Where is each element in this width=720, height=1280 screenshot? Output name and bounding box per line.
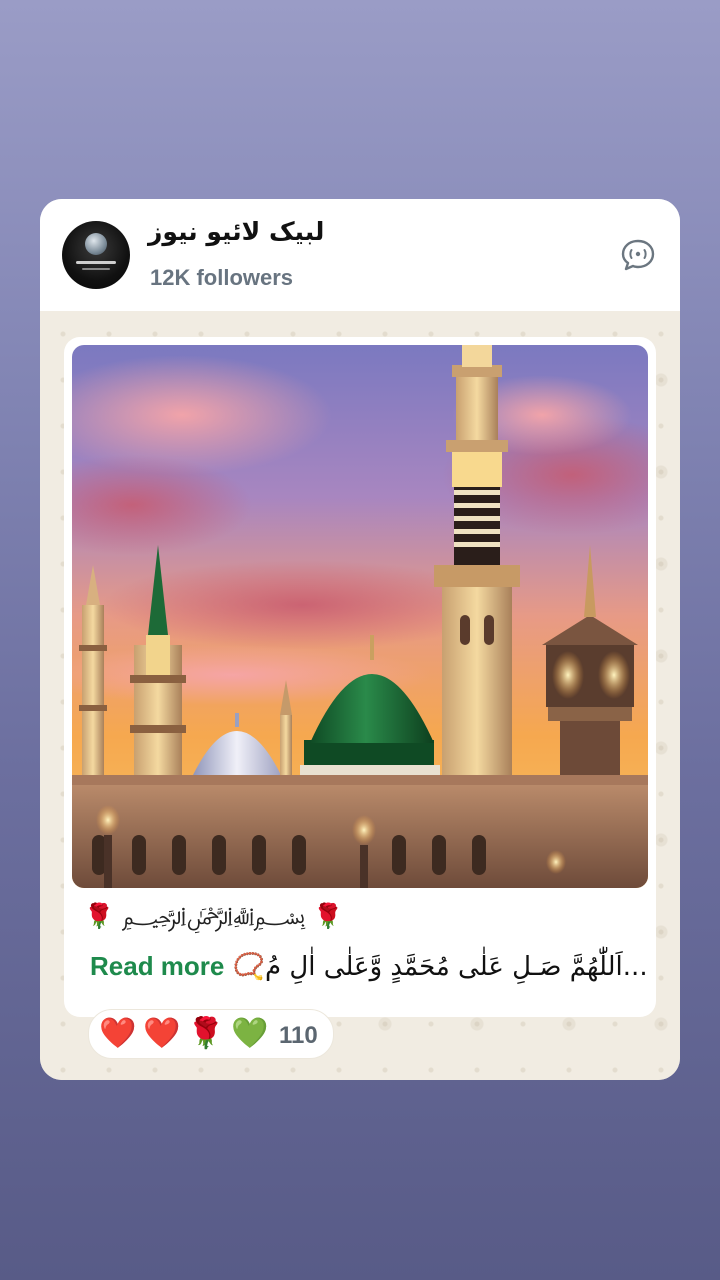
reactions-pill[interactable]: ❤️ ❤️ 🌹 💚 110 xyxy=(88,1009,334,1059)
bismillah-line: 🌹 ﷽ 🌹 xyxy=(84,902,344,930)
avatar-logo-text xyxy=(76,261,116,264)
read-more-link[interactable]: Read more xyxy=(90,951,224,981)
reaction-heart-dark: ❤️ xyxy=(143,1016,181,1051)
channel-name[interactable]: لبیک لائیو نیوز xyxy=(148,217,324,246)
post-image[interactable] xyxy=(72,345,648,888)
reaction-count: 110 xyxy=(279,1022,318,1049)
reaction-heart-red: ❤️ xyxy=(99,1016,137,1051)
caption-text: 📿اَللّٰهُمَّ صَـلِ عَلٰی مُحَمَّدٍ وَّعَ… xyxy=(232,952,648,982)
channel-chat-icon[interactable] xyxy=(620,237,656,273)
reaction-green-heart: 💚 xyxy=(231,1016,269,1051)
channel-post-card: لبیک لائیو نیوز 12K followers 🌹 ﷽ 🌹 Read… xyxy=(40,199,680,1080)
globe-logo-icon xyxy=(85,233,107,255)
avatar-logo-subtext xyxy=(82,268,110,270)
channel-avatar[interactable] xyxy=(62,221,130,289)
post-caption: Read more 📿اَللّٰهُمَّ صَـلِ عَلٰی مُحَم… xyxy=(90,951,648,991)
channel-header[interactable]: لبیک لائیو نیوز 12K followers xyxy=(40,199,680,311)
reaction-rose: 🌹 xyxy=(187,1016,225,1051)
followers-count: 12K followers xyxy=(150,265,294,290)
